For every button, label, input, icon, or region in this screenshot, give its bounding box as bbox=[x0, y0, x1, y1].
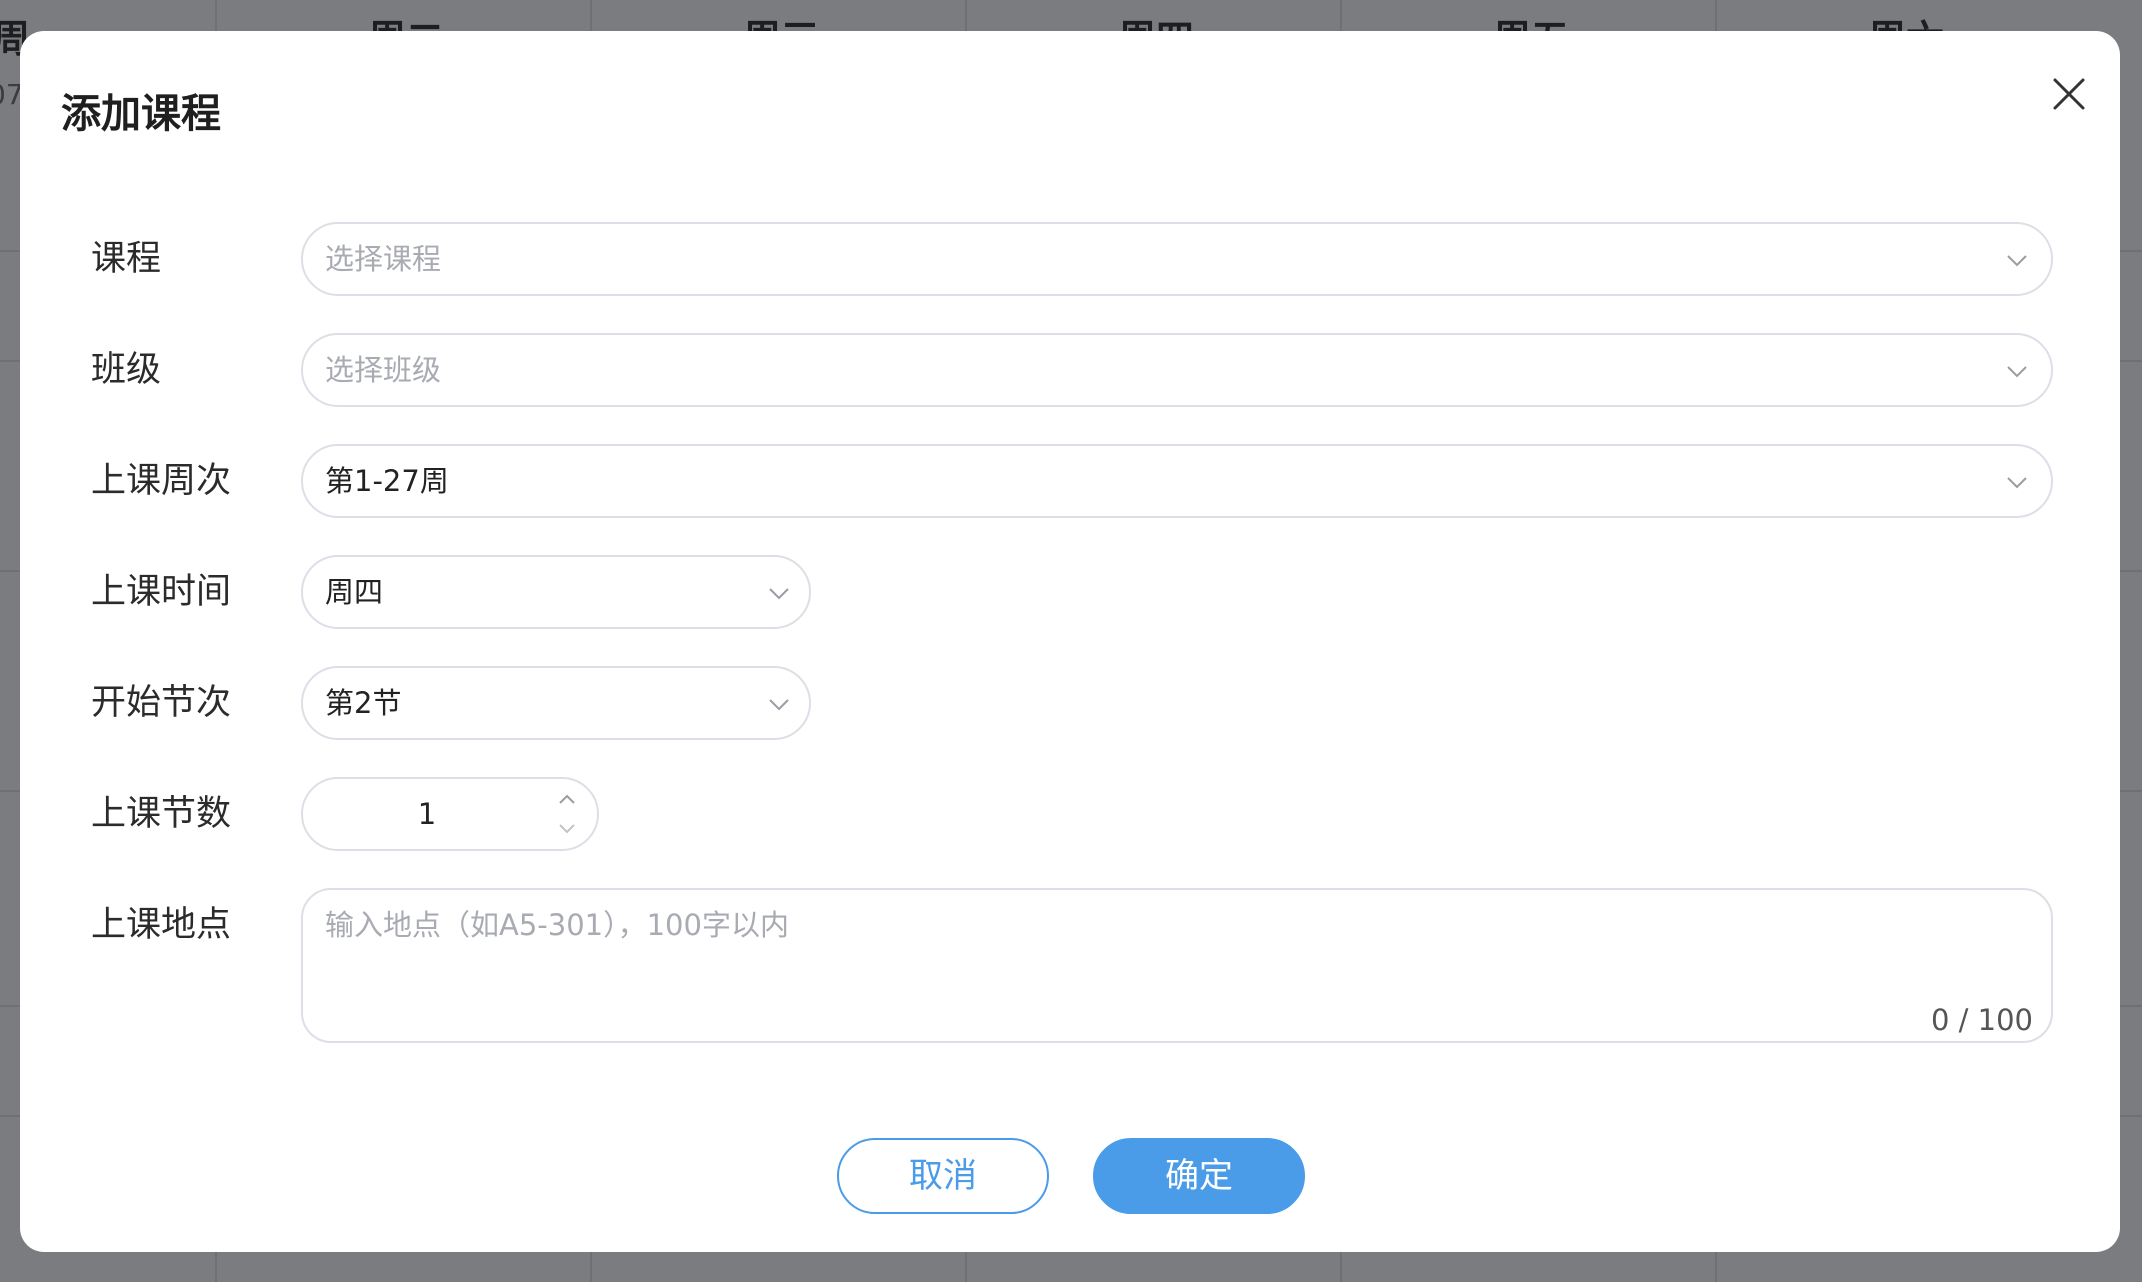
course-label: 课程 bbox=[91, 239, 162, 279]
weekday-select[interactable]: 周四 bbox=[301, 555, 811, 629]
start-period-label: 开始节次 bbox=[91, 683, 232, 723]
cancel-button[interactable]: 取消 bbox=[837, 1138, 1049, 1214]
weeks-label: 上课周次 bbox=[91, 461, 232, 501]
location-placeholder: 输入地点（如A5-301），100字以内 bbox=[325, 908, 789, 942]
confirm-button[interactable]: 确定 bbox=[1093, 1138, 1305, 1214]
close-button[interactable] bbox=[2047, 72, 2091, 116]
character-counter: 0 / 100 bbox=[1930, 1003, 2033, 1037]
add-course-dialog: 添加课程 课程 选择课程 班级 选择班级 上课周次 第1-27周 上课时间 周四… bbox=[20, 31, 2120, 1252]
chevron-down-icon[interactable] bbox=[555, 819, 579, 839]
chevron-up-icon[interactable] bbox=[555, 789, 579, 809]
chevron-down-icon bbox=[2007, 366, 2027, 378]
start-period-value: 第2节 bbox=[325, 686, 402, 720]
chevron-down-icon bbox=[769, 699, 789, 711]
weekday-value: 周四 bbox=[325, 575, 384, 609]
location-textarea[interactable]: 输入地点（如A5-301），100字以内 0 / 100 bbox=[301, 888, 2053, 1043]
weeks-select[interactable]: 第1-27周 bbox=[301, 444, 2053, 518]
period-count-label: 上课节数 bbox=[91, 794, 232, 834]
close-icon bbox=[2053, 78, 2085, 110]
time-label: 上课时间 bbox=[91, 572, 232, 612]
weeks-value: 第1-27周 bbox=[325, 464, 449, 498]
class-label: 班级 bbox=[91, 350, 162, 390]
location-label: 上课地点 bbox=[91, 905, 232, 945]
start-period-select[interactable]: 第2节 bbox=[301, 666, 811, 740]
class-select[interactable]: 选择班级 bbox=[301, 333, 2053, 407]
dialog-title: 添加课程 bbox=[61, 91, 221, 137]
class-placeholder: 选择班级 bbox=[325, 353, 442, 387]
chevron-down-icon bbox=[2007, 255, 2027, 267]
chevron-down-icon bbox=[2007, 477, 2027, 489]
course-select[interactable]: 选择课程 bbox=[301, 222, 2053, 296]
chevron-down-icon bbox=[769, 588, 789, 600]
period-count-stepper[interactable]: 1 bbox=[301, 777, 599, 851]
period-count-value: 1 bbox=[417, 797, 437, 831]
course-placeholder: 选择课程 bbox=[325, 242, 442, 276]
